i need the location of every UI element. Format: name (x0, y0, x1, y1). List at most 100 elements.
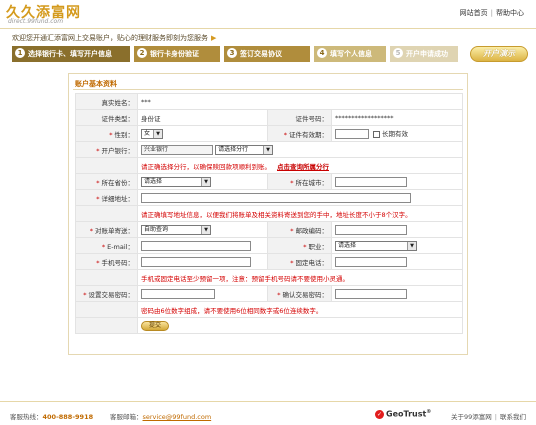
table-row: 请正确选择分行，以确保赎回款项顺利到账。 点击查询所属分行 (75, 157, 463, 174)
table-row: * 设置交易密码： * 确认交易密码： (75, 285, 463, 302)
hotline-number: 400-888-9918 (42, 413, 94, 421)
chevron-down-icon: ▼ (153, 129, 162, 138)
long-valid-label: 长期有效 (382, 130, 408, 138)
province-select[interactable]: 请选择 ▼ (141, 176, 211, 187)
city-input[interactable] (335, 176, 407, 187)
top-links: 网站首页 | 帮助中心 (460, 8, 524, 18)
geotrust-icon: ✓ (375, 409, 384, 419)
table-row: 密码由6位数字组成，请不要使用6位相同数字或6位连续数字。 (75, 301, 463, 318)
id-valid-cell: 长期有效 (331, 125, 463, 142)
required-mark: * (290, 258, 294, 267)
email-input[interactable] (141, 240, 251, 251)
id-type-value: 身份证 (137, 109, 268, 126)
real-name-label: 真实姓名： (75, 93, 138, 110)
table-row: * 手机号码： * 固定电话： (75, 253, 463, 270)
table-row: * E-mail： * 职业： 请选择 ▼ (75, 237, 463, 254)
job-label-cell: * 职业： (267, 237, 332, 254)
empty-label-cell (75, 269, 138, 286)
step-number: 1 (15, 48, 25, 58)
pwd-cell (137, 285, 268, 302)
job-selected-value: 请选择 (338, 241, 357, 249)
step-label: 签订交易协议 (240, 50, 282, 58)
statement-select[interactable]: 自助查询 ▼ (141, 224, 211, 235)
email-link[interactable]: service@99fund.com (143, 413, 212, 421)
phone-label: 固定电话： (295, 258, 329, 267)
query-branch-link[interactable]: 点击查询所属分行 (277, 163, 329, 171)
real-name-value: *** (137, 93, 463, 110)
province-label: 所在省份： (101, 178, 135, 187)
account-form-table: 真实姓名： *** 证件类型： 身份证 证件号码： **************… (75, 93, 463, 334)
step-label: 选择银行卡、填写开户信息 (28, 50, 112, 58)
required-mark: * (290, 178, 294, 187)
required-mark: * (303, 242, 307, 251)
required-mark: * (89, 226, 93, 235)
email-label: E-mail： (107, 242, 134, 251)
table-row: 提交 (75, 317, 463, 334)
gender-cell: 女 ▼ (137, 125, 268, 142)
step-number: 4 (317, 48, 327, 58)
required-mark: * (96, 146, 100, 155)
phone-label-cell: * 固定电话： (267, 253, 332, 270)
submit-button[interactable]: 提交 (141, 320, 169, 331)
address-input[interactable] (141, 192, 411, 203)
province-selected-value: 请选择 (144, 177, 163, 185)
table-row: * 所在省份： 请选择 ▼ * 所在城市： (75, 173, 463, 190)
site-footer: 客服热线：400-888-9918 客服邮箱：service@99fund.co… (0, 402, 536, 425)
email-label: 客服邮箱： (110, 413, 143, 421)
mobile-input[interactable] (141, 256, 251, 267)
hotline: 客服热线：400-888-9918 (10, 411, 93, 421)
divider: | (494, 413, 497, 421)
id-number-value: ****************** (331, 109, 463, 126)
required-mark: * (96, 258, 100, 267)
job-label: 职业： (308, 242, 329, 251)
logo-url-text: direct.99fund.com (8, 18, 64, 25)
chevron-down-icon: ▼ (201, 177, 210, 186)
confirm-password-input[interactable] (335, 288, 407, 299)
step-number: 5 (393, 48, 403, 58)
bank-label-cell: * 开户银行： (75, 141, 138, 158)
pwd-label-cell: * 设置交易密码： (75, 285, 138, 302)
phone-input[interactable] (335, 256, 407, 267)
gender-selected-value: 女 (144, 129, 151, 137)
mobile-label: 手机号码： (101, 258, 135, 267)
gender-select[interactable]: 女 ▼ (141, 128, 163, 139)
pwd-label: 设置交易密码： (88, 290, 135, 299)
step-number: 3 (227, 48, 237, 58)
required-mark: * (109, 130, 113, 139)
home-link[interactable]: 网站首页 (460, 9, 488, 17)
id-valid-date-input[interactable] (335, 129, 369, 139)
table-row: * 开户银行： 兴业银行 请选择分行 ▼ (75, 141, 463, 158)
step-number: 2 (137, 48, 147, 58)
welcome-message: 欢迎您开通汇添富网上交易账户，贴心的理财服务即刻为您服务 ▶ (12, 33, 216, 43)
long-valid-checkbox[interactable] (373, 130, 380, 138)
step-2: 2 银行卡身份验证 (134, 46, 220, 62)
id-number-label: 证件号码： (267, 109, 332, 126)
footer-links: 关于99添富网 | 联系我们 (451, 411, 526, 421)
open-account-demo-button[interactable]: 开户演示 (470, 46, 528, 62)
help-link[interactable]: 帮助中心 (496, 9, 524, 17)
id-valid-label: 证件有效期： (289, 130, 328, 139)
table-row: 证件类型： 身份证 证件号码： ****************** (75, 109, 463, 126)
pwd-confirm-label-cell: * 确认交易密码： (267, 285, 332, 302)
contact-link[interactable]: 联系我们 (500, 413, 526, 421)
zip-input[interactable] (335, 224, 407, 235)
pwd-confirm-label: 确认交易密码： (282, 290, 329, 299)
password-input[interactable] (141, 288, 215, 299)
bank-field: 兴业银行 (141, 144, 213, 155)
arrow-icon: ▶ (211, 34, 217, 42)
email-label-cell: * E-mail： (75, 237, 138, 254)
chevron-down-icon: ▼ (263, 145, 273, 154)
required-mark: * (96, 194, 100, 203)
required-mark: * (283, 130, 287, 139)
branch-select[interactable]: 请选择分行 ▼ (215, 144, 274, 155)
about-link[interactable]: 关于99添富网 (451, 413, 492, 421)
required-mark: * (101, 242, 106, 251)
mobile-cell (137, 253, 268, 270)
submit-cell: 提交 (137, 317, 463, 334)
statement-cell: 自助查询 ▼ (137, 221, 268, 238)
divider: | (490, 9, 493, 17)
geotrust-badge[interactable]: ✓ GeoTrust® (375, 409, 431, 419)
id-type-label: 证件类型： (75, 109, 138, 126)
branch-selected-value: 请选择分行 (218, 145, 249, 153)
job-select[interactable]: 请选择 ▼ (335, 240, 417, 251)
